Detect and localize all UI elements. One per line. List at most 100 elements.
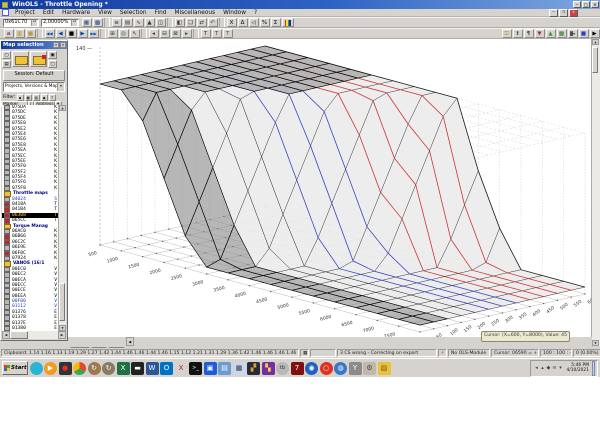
panel-pin-button[interactable]: ▾ <box>53 42 59 48</box>
tab-scroll-button[interactable]: ◀ <box>125 337 134 346</box>
zoom-spinner[interactable]: ▴▾ <box>71 19 77 26</box>
panel-hscroll-thumb[interactable] <box>10 331 28 339</box>
checksum-button[interactable]: Σ <box>270 18 281 27</box>
taskbar-icon-wrench[interactable]: ⚙ <box>363 361 376 375</box>
export-map-button[interactable]: ▣ <box>48 50 57 59</box>
taskbar-icon-seven[interactable]: 7 <box>290 361 304 375</box>
prev-map-button[interactable]: ◂ <box>148 29 159 38</box>
next-map-button[interactable]: ▸ <box>181 29 192 38</box>
info-button[interactable]: a <box>3 29 14 38</box>
map-3d-view[interactable]: 140 — 500 1000 1500 2000 2500 3000 3500 4000 4500… <box>68 39 600 346</box>
taskbar-icon-camera[interactable]: ● <box>58 361 72 375</box>
next-version-button[interactable]: ▶ <box>77 29 88 38</box>
taskbar-icon-pixel-game[interactable]: ▞ <box>247 361 260 375</box>
window-cascade-button[interactable]: ❏ <box>185 18 196 27</box>
child-close-button[interactable]: ✕ <box>569 8 578 17</box>
stop-button[interactable]: ■ <box>66 29 77 38</box>
text-large-button[interactable]: T <box>222 29 233 38</box>
menu-project[interactable]: Project <box>11 10 39 16</box>
view-2d-graph-button[interactable]: ∿ <box>133 18 144 27</box>
delta-button[interactable]: Δ <box>237 18 248 27</box>
taskbar-icon-explorer[interactable]: ▦ <box>232 361 246 375</box>
menu-edit[interactable]: Edit <box>39 10 58 16</box>
show-desktop-button[interactable] <box>592 360 595 376</box>
plot-scroll-thumb[interactable] <box>592 47 598 73</box>
taskbar-icon-media-player[interactable]: ▶ <box>44 361 57 375</box>
combo-dropdown-icon[interactable]: ▾ <box>57 83 64 91</box>
cut-button[interactable]: X <box>226 18 237 27</box>
panel-scroll-right-icon[interactable]: ▶ <box>58 331 66 339</box>
menu-miscellaneous[interactable]: Miscellaneous <box>170 10 219 16</box>
panel-title-bar[interactable]: Map selection ▾ ✕ <box>1 41 67 49</box>
run-button[interactable]: ▶ <box>589 29 600 38</box>
filter-text-button[interactable]: T <box>48 93 56 101</box>
taskbar-icon-modeler[interactable]: Y <box>348 361 362 375</box>
view-hexdump-button[interactable]: ▤ <box>122 18 133 27</box>
prev-version-button[interactable]: ◀ <box>55 29 66 38</box>
lock-original-button[interactable]: ⊟ <box>159 29 170 38</box>
menu-selection[interactable]: Selection <box>116 10 151 16</box>
import-button[interactable]: ▼ <box>534 29 545 38</box>
filter-changed-button[interactable]: ◆ <box>40 93 48 101</box>
view-text-button[interactable]: ≡ <box>111 18 122 27</box>
taskbar-icon-sync-1[interactable]: ↻ <box>87 361 101 375</box>
taskbar-icon-sync-2[interactable]: ↻ <box>102 361 115 375</box>
zoom-combo[interactable]: 2,00000% ▴▾ <box>41 18 79 27</box>
import-maps-button[interactable] <box>30 51 47 67</box>
address-combo[interactable]: 0x61C70 ▴▾ <box>3 18 39 27</box>
child-window-icon[interactable] <box>2 9 9 16</box>
taskbar-icon-wallet[interactable]: ▬ <box>131 361 144 375</box>
address-spinner[interactable]: ▴▾ <box>31 19 37 26</box>
select-button[interactable]: ↖ <box>129 29 140 38</box>
taskbar-icon-outlook[interactable]: O <box>160 361 173 375</box>
taskbar-icon-tiles[interactable]: ▚ <box>261 361 275 375</box>
key-button[interactable]: ⚿ <box>501 29 512 38</box>
lock-version-button[interactable]: ⊠ <box>170 29 181 38</box>
scroll-down-arrow[interactable]: ▼ <box>592 340 599 346</box>
export-button[interactable]: ▲ <box>545 29 556 38</box>
open-version-button[interactable]: ▾ <box>12 51 29 67</box>
filter-maps-button[interactable]: ▦ <box>24 93 32 101</box>
upload-button[interactable]: ⬆ <box>512 29 523 38</box>
save-project-button[interactable]: ▦ <box>25 29 36 38</box>
taskbar-icon-globe[interactable]: ◍ <box>334 361 347 375</box>
title-bar[interactable]: WinOLS - Throttle Opening * ─ □ ✕ <box>0 0 600 9</box>
taskbar-icon-x-app[interactable]: X <box>174 361 188 375</box>
taskbar-icon-tb[interactable]: tb <box>276 361 289 375</box>
last-version-button[interactable]: ▶▶ <box>88 29 99 38</box>
start-button[interactable]: Start <box>2 361 28 375</box>
view-table-button[interactable]: ◫ <box>155 18 166 27</box>
minimize-button[interactable]: ─ <box>573 1 581 8</box>
panel-scroll-left-icon[interactable]: ◀ <box>2 331 10 339</box>
open-project-button[interactable]: ▥ <box>14 29 25 38</box>
panel-scroll-thumb[interactable] <box>59 283 65 321</box>
taskbar-icon-terminal[interactable]: >_ <box>189 361 202 375</box>
view-3d-toggle-button[interactable]: ▩ <box>92 18 103 27</box>
taskbar-icon-chrome[interactable] <box>73 361 86 375</box>
view-3d-graph-button[interactable]: ▲ <box>144 18 155 27</box>
save-maplist-button[interactable]: ▤ <box>2 59 11 68</box>
new-project-button[interactable]: ▢ <box>2 50 11 59</box>
color-scale-button[interactable] <box>281 18 294 27</box>
grid-button[interactable]: ⊞ <box>107 29 118 38</box>
menu-find[interactable]: Find <box>151 10 171 16</box>
panel-close-button[interactable]: ✕ <box>60 42 66 48</box>
tree-button[interactable]: ¶ <box>523 29 534 38</box>
first-version-button[interactable]: ◀◀ <box>44 29 55 38</box>
surface-chart[interactable]: 140 — 500 1000 1500 2000 2500 3000 3500 4000 4500… <box>68 39 600 346</box>
taskbar-icon-word[interactable]: W <box>145 361 159 375</box>
taskbar-icon-folder[interactable]: ▨ <box>377 361 391 375</box>
delete-map-button[interactable]: ▢ <box>48 59 57 68</box>
taskbar-icon-swirl[interactable]: ◉ <box>305 361 318 375</box>
taskbar-icon-file-manager[interactable]: ▤ <box>218 361 231 375</box>
menu-view[interactable]: View <box>94 10 116 16</box>
panel-scroll-up-icon[interactable]: ▲ <box>59 105 66 111</box>
child-minimize-button[interactable]: ─ <box>549 8 558 17</box>
session-button[interactable]: Session: Default <box>3 70 65 81</box>
maximize-button[interactable]: □ <box>582 1 590 8</box>
view-mode-combo[interactable]: ▓▾ <box>567 29 578 38</box>
taskbar-icon-opera[interactable]: ○ <box>319 361 333 375</box>
undo-button[interactable]: ↶ <box>207 18 218 27</box>
text-small-button[interactable]: T <box>200 29 211 38</box>
plot-vertical-scrollbar[interactable]: ▲ ▼ <box>591 39 600 346</box>
